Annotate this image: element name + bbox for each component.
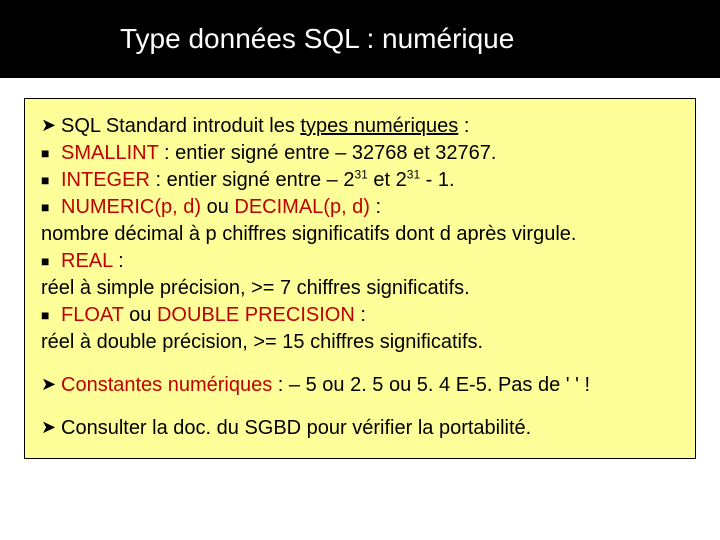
constants-line: ➤ Constantes numériques : – 5 ou 2. 5 ou… <box>41 372 679 399</box>
slide: Type données SQL : numérique ➤ SQL Stand… <box>0 0 720 540</box>
kw-real: REAL <box>61 250 113 272</box>
item-float: ■ FLOAT ou DOUBLE PRECISION : <box>41 302 679 329</box>
square-icon: ■ <box>41 194 61 221</box>
intro-line: ➤ SQL Standard introduit les types numér… <box>41 113 679 140</box>
content-box: ➤ SQL Standard introduit les types numér… <box>24 98 696 459</box>
doc-line: ➤ Consulter la doc. du SGBD pour vérifie… <box>41 415 679 442</box>
integer-post: - 1. <box>420 169 454 191</box>
kw-constants: Constantes numériques <box>61 374 272 396</box>
kw-numeric: NUMERIC(p, d) <box>61 196 201 218</box>
smallint-rest: : entier signé entre – 32768 et 32767. <box>158 142 496 164</box>
constants-rest: : – 5 ou 2. 5 ou 5. 4 E-5. Pas de ' ' ! <box>272 374 590 396</box>
intro-post: : <box>458 115 469 137</box>
numeric-ou: ou <box>201 196 234 218</box>
item-smallint: ■ SMALLINT : entier signé entre – 32768 … <box>41 140 679 167</box>
float-text: FLOAT ou DOUBLE PRECISION : <box>61 302 366 329</box>
kw-double: DOUBLE PRECISION <box>157 304 355 326</box>
kw-float: FLOAT <box>61 304 124 326</box>
square-icon: ■ <box>41 167 61 194</box>
item-integer: ■ INTEGER : entier signé entre – 231 et … <box>41 167 679 194</box>
square-icon: ■ <box>41 302 61 329</box>
kw-integer: INTEGER <box>61 169 150 191</box>
spacer <box>41 399 679 415</box>
float-desc: réel à double précision, >= 15 chiffres … <box>41 329 679 356</box>
item-real: ■ REAL : <box>41 248 679 275</box>
intro-text: SQL Standard introduit les types numériq… <box>61 113 469 140</box>
smallint-text: SMALLINT : entier signé entre – 32768 et… <box>61 140 496 167</box>
float-ou: ou <box>124 304 157 326</box>
arrow-icon: ➤ <box>41 415 61 439</box>
constants-text: Constantes numériques : – 5 ou 2. 5 ou 5… <box>61 372 590 399</box>
square-icon: ■ <box>41 248 61 275</box>
square-icon: ■ <box>41 140 61 167</box>
doc-text: Consulter la doc. du SGBD pour vérifier … <box>61 415 531 442</box>
title-bar: Type données SQL : numérique <box>0 0 720 78</box>
real-desc: réel à simple précision, >= 7 chiffres s… <box>41 275 679 302</box>
item-numeric: ■ NUMERIC(p, d) ou DECIMAL(p, d) : <box>41 194 679 221</box>
kw-smallint: SMALLINT <box>61 142 158 164</box>
integer-pre: : entier signé entre – 2 <box>150 169 355 191</box>
real-text: REAL : <box>61 248 124 275</box>
spacer <box>41 356 679 372</box>
intro-underline: types numériques <box>300 115 458 137</box>
integer-mid: et 2 <box>368 169 407 191</box>
float-post: : <box>355 304 366 326</box>
arrow-icon: ➤ <box>41 113 61 137</box>
kw-decimal: DECIMAL(p, d) <box>234 196 370 218</box>
intro-pre: SQL Standard introduit les <box>61 115 300 137</box>
arrow-icon: ➤ <box>41 372 61 396</box>
integer-exp2: 31 <box>407 167 420 181</box>
numeric-desc: nombre décimal à p chiffres significatif… <box>41 221 679 248</box>
integer-exp1: 31 <box>354 167 367 181</box>
slide-title: Type données SQL : numérique <box>120 23 514 55</box>
numeric-post: : <box>370 196 381 218</box>
integer-text: INTEGER : entier signé entre – 231 et 23… <box>61 167 455 194</box>
numeric-text: NUMERIC(p, d) ou DECIMAL(p, d) : <box>61 194 381 221</box>
real-post: : <box>113 250 124 272</box>
